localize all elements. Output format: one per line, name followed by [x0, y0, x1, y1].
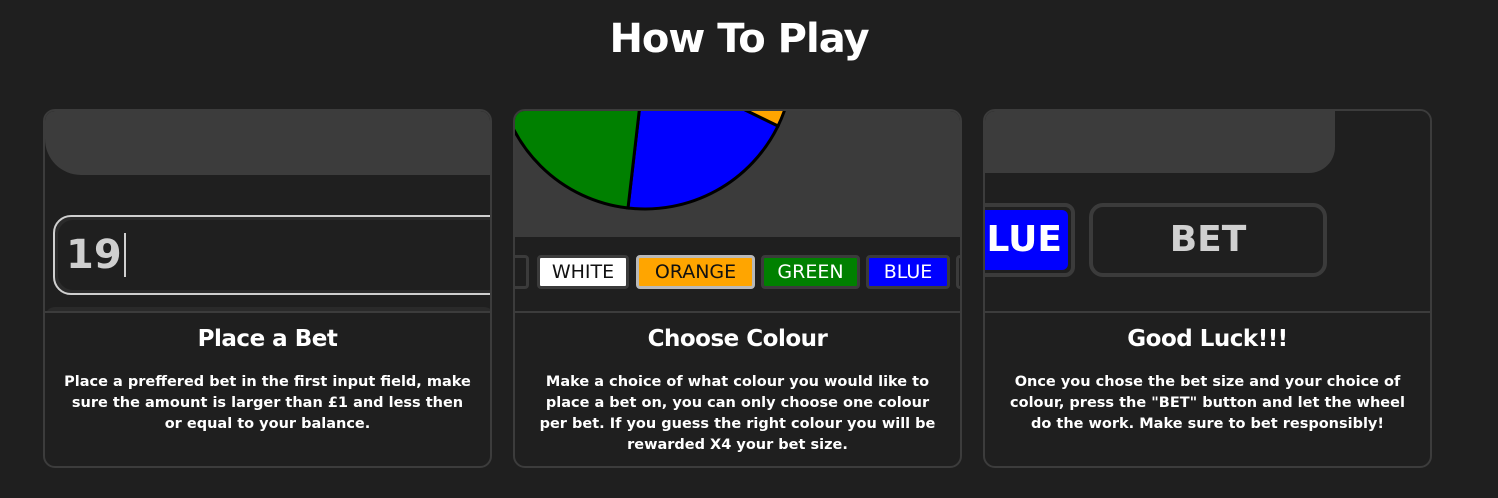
card-title: Good Luck!!!: [1127, 326, 1288, 352]
wheel-segment-green: [515, 111, 641, 210]
card-choose-colour: WHITE ORANGE GREEN BLUE Choose Colour Ma…: [513, 109, 962, 468]
colour-button-blue[interactable]: BLUE: [866, 255, 950, 289]
page-title: How To Play: [609, 16, 869, 62]
text-caret: [123, 233, 126, 277]
colour-button-orange[interactable]: ORANGE: [636, 255, 755, 289]
bet-amount-input-field[interactable]: 19: [58, 220, 490, 290]
colour-button-green[interactable]: GREEN: [761, 255, 860, 289]
wheel-segment-blue: [626, 111, 781, 211]
card-description: Place a preffered bet in the first input…: [64, 374, 471, 432]
preview-top-bar: [985, 111, 1335, 173]
colour-button-blue-label: LUE: [985, 210, 1068, 270]
card-description: Once you chose the bet size and your cho…: [1010, 374, 1405, 432]
card-good-luck: LUE BET Good Luck!!! Once you chose the …: [983, 109, 1432, 468]
card-preview-choose-colour: WHITE ORANGE GREEN BLUE: [515, 111, 960, 313]
bet-button[interactable]: BET: [1089, 203, 1327, 277]
preview-top-bar: [45, 111, 490, 175]
colour-wheel: [515, 111, 786, 211]
preview-bottom-element: [45, 307, 490, 311]
colour-button-white[interactable]: WHITE: [537, 255, 629, 289]
colour-button-partial-left[interactable]: [515, 255, 529, 289]
colour-button-blue-selected[interactable]: LUE: [985, 203, 1075, 277]
card-title: Choose Colour: [647, 326, 828, 352]
card-preview-good-luck: LUE BET: [985, 111, 1430, 313]
card-preview-place-bet: 19: [45, 111, 490, 313]
how-to-play-section: How To Play 19 Place a Bet Place a preff…: [0, 0, 1498, 498]
card-place-bet: 19 Place a Bet Place a preffered bet in …: [43, 109, 492, 468]
bet-amount-input[interactable]: 19: [53, 215, 490, 295]
card-title: Place a Bet: [197, 326, 338, 352]
colour-button-partial-right[interactable]: [956, 255, 960, 289]
wheel-area: [515, 111, 960, 237]
card-description: Make a choice of what colour you would l…: [539, 374, 936, 453]
bet-amount-value: 19: [66, 232, 122, 278]
